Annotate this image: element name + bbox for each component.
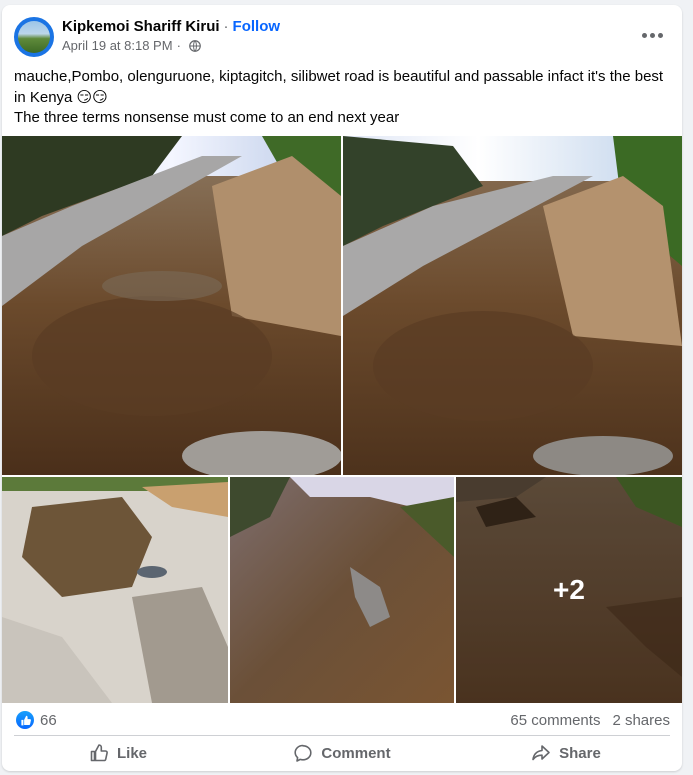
post-text: mauche,Pombo, olenguruone, kiptagitch, s… bbox=[14, 67, 674, 128]
reaction-count[interactable]: 66 bbox=[40, 712, 57, 730]
more-dot-icon bbox=[657, 32, 663, 38]
shares-count[interactable]: 2 shares bbox=[612, 712, 670, 729]
road-photo-image bbox=[2, 477, 228, 703]
more-photos-count: +2 bbox=[553, 574, 585, 605]
like-button[interactable]: Like bbox=[6, 736, 230, 770]
comment-bubble-icon bbox=[294, 744, 313, 762]
post-timestamp[interactable]: April 19 at 8:18 PM bbox=[62, 38, 173, 54]
author-row: Kipkemoi Shariff Kirui · Follow bbox=[62, 17, 280, 37]
globe-icon[interactable] bbox=[189, 40, 201, 52]
post-text-line-1: mauche,Pombo, olenguruone, kiptagitch, s… bbox=[14, 68, 664, 106]
road-photo-image bbox=[2, 136, 341, 475]
more-dot-icon bbox=[641, 32, 647, 38]
avatar[interactable] bbox=[14, 17, 54, 57]
post-card: Kipkemoi Shariff Kirui · Follow April 19 a… bbox=[2, 5, 682, 771]
road-photo-image bbox=[343, 136, 682, 475]
post-header: Kipkemoi Shariff Kirui · Follow April 19 a… bbox=[2, 5, 682, 65]
road-photo-image bbox=[230, 477, 454, 703]
more-dot-icon bbox=[649, 32, 655, 38]
post-meta: April 19 at 8:18 PM · bbox=[62, 38, 201, 54]
timestamp-separator: · bbox=[176, 38, 181, 53]
more-options-button[interactable] bbox=[634, 21, 670, 49]
photo-3[interactable] bbox=[2, 477, 228, 703]
thumbs-up-outline-icon bbox=[90, 744, 108, 762]
follow-button[interactable]: Follow bbox=[233, 18, 281, 35]
comment-button[interactable]: Comment bbox=[230, 736, 454, 770]
action-bar: Like Comment Share bbox=[6, 736, 678, 770]
author-name[interactable]: Kipkemoi Shariff Kirui bbox=[62, 18, 220, 35]
engagement-counts: 65 comments 2 shares bbox=[510, 712, 670, 730]
photo-4[interactable] bbox=[230, 477, 454, 703]
comments-count[interactable]: 65 comments bbox=[510, 712, 600, 729]
emoji-smirk: 😏😏 bbox=[76, 88, 108, 106]
share-button[interactable]: Share bbox=[454, 736, 678, 770]
like-label: Like bbox=[116, 744, 147, 762]
avatar-image bbox=[18, 21, 50, 53]
separator-dot: · bbox=[223, 18, 229, 35]
post-text-line-2: The three terms nonsense must come to an… bbox=[14, 109, 400, 126]
reactions-bar: 66 65 comments 2 shares bbox=[2, 707, 682, 733]
photo-grid: +2 bbox=[2, 136, 682, 703]
share-arrow-icon bbox=[532, 745, 550, 761]
more-photos-overlay: +2 bbox=[456, 477, 682, 703]
photo-1[interactable] bbox=[2, 136, 341, 475]
share-label: Share bbox=[559, 744, 601, 762]
thumbs-up-icon bbox=[20, 715, 31, 725]
comment-label: Comment bbox=[321, 744, 391, 762]
photo-2[interactable] bbox=[343, 136, 682, 475]
like-reaction-icon[interactable] bbox=[16, 711, 34, 729]
photo-5-more[interactable]: +2 bbox=[456, 477, 682, 703]
